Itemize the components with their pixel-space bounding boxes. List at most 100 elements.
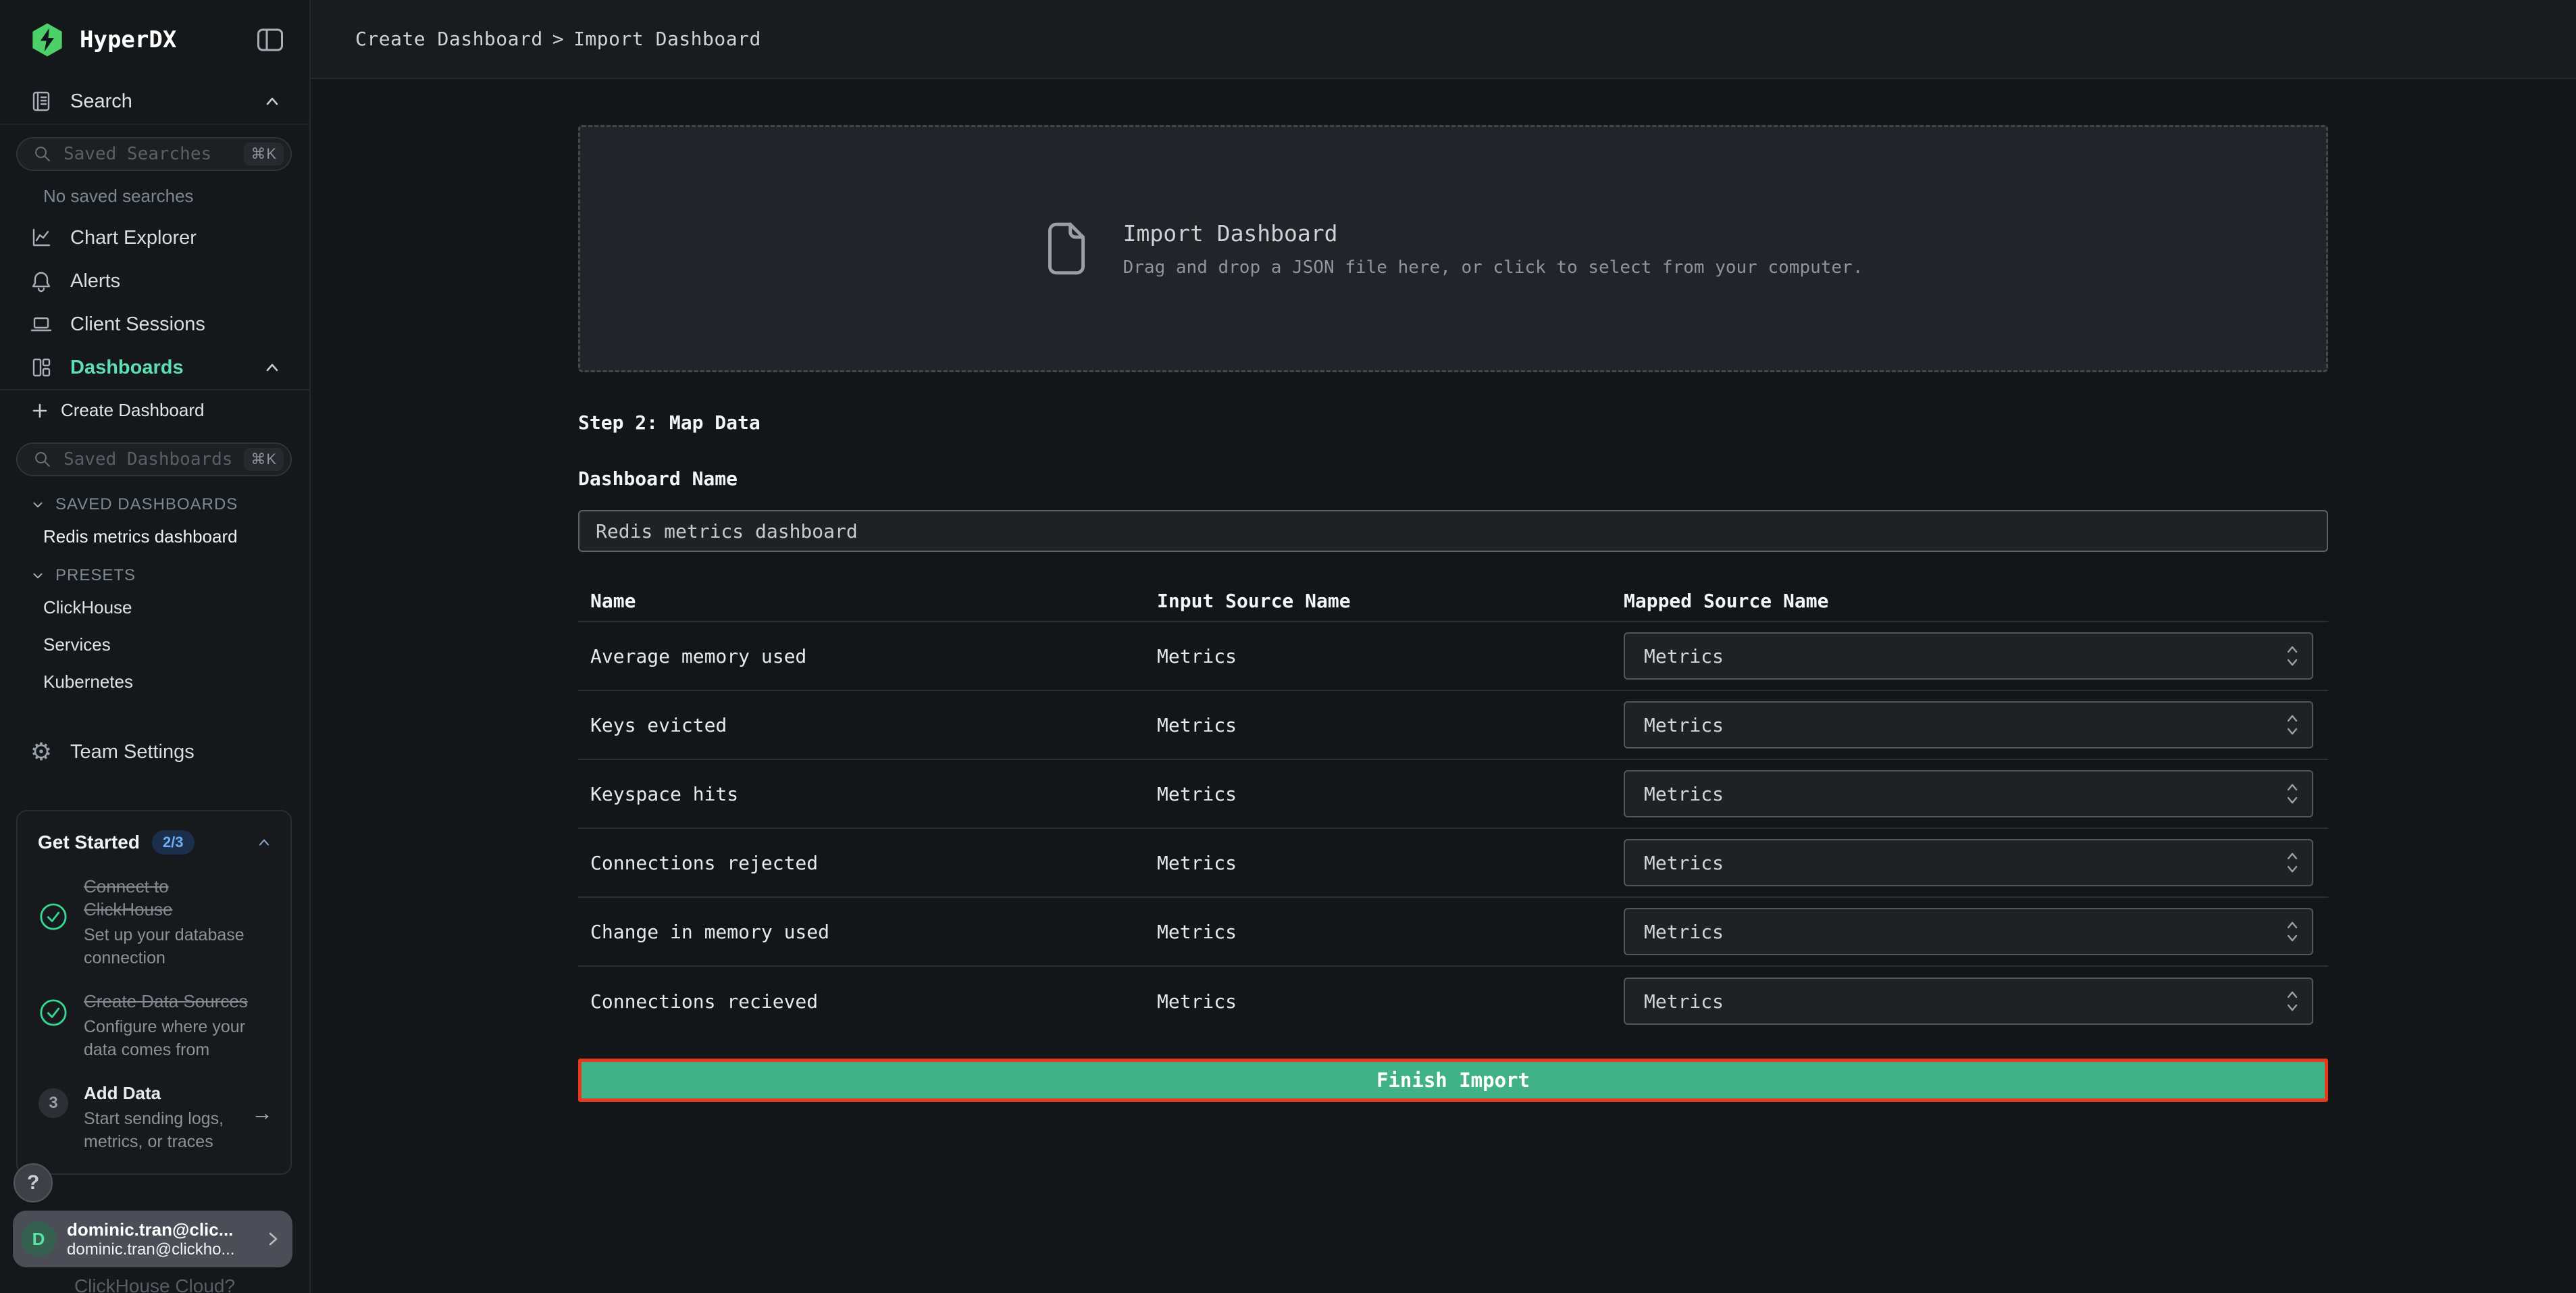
presets-heading[interactable]: PRESETS: [30, 566, 309, 585]
main-area: Create Dashboard > Import Dashboard Import…: [311, 0, 2576, 1293]
dashboard-name-input[interactable]: Redis metrics dashboard: [578, 510, 2328, 552]
task-desc: Start sending logs, metrics, or traces: [84, 1107, 236, 1153]
row-input-source: Metrics: [1157, 714, 1624, 736]
step-number-badge: 3: [38, 1088, 68, 1118]
get-started-title: Get Started: [38, 832, 140, 853]
create-dashboard-button[interactable]: Create Dashboard: [0, 389, 309, 430]
user-account-button[interactable]: D dominic.tran@clic... dominic.tran@clic…: [13, 1211, 292, 1267]
shortcut-badge: ⌘K: [244, 448, 284, 471]
dashboards-label: Dashboards: [70, 357, 244, 379]
gear-icon: ⚙: [30, 740, 53, 763]
mapped-source-select[interactable]: Metrics: [1624, 908, 2313, 955]
mapped-source-value: Metrics: [1644, 852, 2285, 874]
row-name: Connections recieved: [578, 990, 1157, 1013]
dashboard-name-label: Dashboard Name: [578, 467, 2328, 490]
table-row: Average memory used Metrics Metrics: [578, 622, 2328, 691]
select-up-down-icon: [2285, 644, 2300, 668]
dashboard-name-value: Redis metrics dashboard: [596, 520, 858, 542]
mapped-source-select[interactable]: Metrics: [1624, 701, 2313, 749]
header-mapped-source: Mapped Source Name: [1624, 590, 2328, 612]
table-body: Average memory used Metrics Metrics Keys…: [578, 622, 2328, 1036]
sidebar-item-dashboards[interactable]: Dashboards: [0, 346, 309, 389]
search-icon: [31, 145, 54, 163]
chevron-right-icon: [263, 1229, 283, 1249]
dashboard-grid-icon: [30, 356, 53, 379]
shortcut-badge: ⌘K: [244, 143, 284, 166]
alerts-label: Alerts: [70, 270, 120, 293]
chevron-down-icon: [30, 497, 46, 513]
bell-icon: [30, 270, 53, 293]
mapped-source-value: Metrics: [1644, 645, 2285, 667]
sidebar-item-client-sessions[interactable]: Client Sessions: [0, 303, 309, 346]
row-name: Change in memory used: [578, 921, 1157, 943]
saved-dashboard-item[interactable]: Redis metrics dashboard: [0, 518, 309, 555]
preset-item-clickhouse[interactable]: ClickHouse: [0, 589, 309, 626]
saved-searches-input[interactable]: Saved Searches ⌘K: [16, 137, 292, 171]
table-row: Connections rejected Metrics Metrics: [578, 829, 2328, 898]
row-input-source: Metrics: [1157, 783, 1624, 805]
row-input-source: Metrics: [1157, 852, 1624, 874]
preset-item-kubernetes[interactable]: Kubernetes: [0, 663, 309, 701]
no-saved-searches-text: No saved searches: [43, 186, 309, 207]
file-dropzone[interactable]: Import Dashboard Drag and drop a JSON fi…: [578, 125, 2328, 372]
question-icon: ?: [27, 1171, 39, 1194]
saved-dashboards-heading[interactable]: SAVED DASHBOARDS: [30, 495, 309, 514]
collapse-sidebar-icon[interactable]: [255, 26, 285, 53]
get-started-card: Get Started 2/3 Connect to ClickHouse Se…: [16, 810, 292, 1175]
help-button[interactable]: ?: [14, 1163, 53, 1202]
saved-dashboards-placeholder: Saved Dashboards: [63, 449, 234, 470]
sidebar-item-chart-explorer[interactable]: Chart Explorer: [0, 216, 309, 259]
sidebar-section-search[interactable]: Search: [0, 79, 309, 125]
check-circle-icon: [38, 998, 68, 1028]
mapping-table: Name Input Source Name Mapped Source Nam…: [578, 580, 2328, 1036]
chevron-up-icon[interactable]: [262, 91, 282, 111]
chevron-up-icon[interactable]: [255, 834, 273, 851]
mapped-source-value: Metrics: [1644, 990, 2285, 1013]
mapped-source-select[interactable]: Metrics: [1624, 632, 2313, 680]
select-up-down-icon: [2285, 989, 2300, 1013]
breadcrumb-separator: >: [552, 28, 564, 50]
mapped-source-select[interactable]: Metrics: [1624, 770, 2313, 817]
hyperdx-logo-icon: [30, 22, 65, 57]
mapped-source-value: Metrics: [1644, 714, 2285, 736]
task-connect-clickhouse[interactable]: Connect to ClickHouse Set up your databa…: [38, 875, 273, 969]
task-desc: Configure where your data comes from: [84, 1015, 258, 1061]
breadcrumb: Create Dashboard > Import Dashboard: [355, 28, 761, 50]
presets-heading-label: PRESETS: [55, 566, 136, 585]
create-dashboard-label: Create Dashboard: [61, 400, 204, 421]
file-icon: [1044, 220, 1089, 277]
saved-dashboards-input[interactable]: Saved Dashboards ⌘K: [16, 442, 292, 476]
table-row: Keys evicted Metrics Metrics: [578, 691, 2328, 760]
row-input-source: Metrics: [1157, 921, 1624, 943]
sidebar-item-alerts[interactable]: Alerts: [0, 259, 309, 303]
mapped-source-select[interactable]: Metrics: [1624, 839, 2313, 886]
chevron-up-icon[interactable]: [262, 357, 282, 378]
sidebar-item-team-settings[interactable]: ⚙ Team Settings: [0, 730, 309, 774]
mapped-source-value: Metrics: [1644, 783, 2285, 805]
row-input-source: Metrics: [1157, 645, 1624, 667]
select-up-down-icon: [2285, 851, 2300, 875]
task-title: Create Data Sources: [84, 990, 258, 1013]
progress-badge: 2/3: [152, 830, 195, 855]
arrow-right-icon: →: [251, 1082, 273, 1153]
table-row: Change in memory used Metrics Metrics: [578, 898, 2328, 967]
search-section-label: Search: [70, 91, 244, 113]
plus-icon: [30, 401, 50, 421]
breadcrumb-import-dashboard: Import Dashboard: [573, 28, 761, 50]
logo-row: HyperDX: [0, 0, 309, 79]
client-sessions-label: Client Sessions: [70, 313, 205, 336]
preset-item-services[interactable]: Services: [0, 626, 309, 663]
finish-import-button[interactable]: Finish Import: [578, 1059, 2328, 1102]
table-header-row: Name Input Source Name Mapped Source Nam…: [578, 580, 2328, 622]
chart-icon: [30, 226, 53, 249]
step-title: Step 2: Map Data: [578, 411, 2328, 434]
search-icon: [31, 450, 54, 469]
mapped-source-select[interactable]: Metrics: [1624, 978, 2313, 1025]
app-title: HyperDX: [80, 26, 255, 53]
breadcrumb-create-dashboard[interactable]: Create Dashboard: [355, 28, 543, 50]
dropzone-subtitle: Drag and drop a JSON file here, or click…: [1123, 257, 1863, 278]
select-up-down-icon: [2285, 713, 2300, 737]
row-input-source: Metrics: [1157, 990, 1624, 1013]
task-create-data-sources[interactable]: Create Data Sources Configure where your…: [38, 990, 273, 1061]
task-add-data[interactable]: 3 Add Data Start sending logs, metrics, …: [38, 1082, 273, 1153]
